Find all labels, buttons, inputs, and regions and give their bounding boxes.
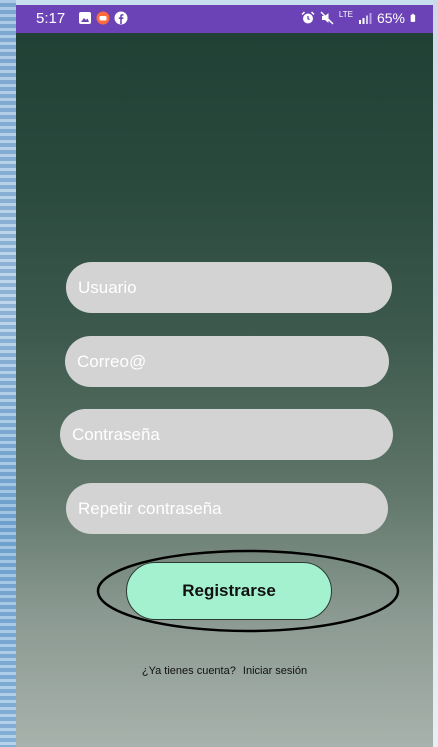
repeat-password-field[interactable] [66,483,388,534]
facebook-icon [114,11,128,25]
login-link[interactable]: Iniciar sesión [243,665,307,677]
background-edge-right [433,0,438,747]
username-field[interactable] [66,262,392,313]
background-edge [0,0,16,747]
battery-percent: 65% [376,10,405,26]
battery-icon [410,13,416,22]
gallery-icon [79,12,91,24]
screen: 5:17 LTE 65% Usuario Correo@ Contraseña … [0,0,438,747]
alarm-icon [301,11,315,24]
mute-icon [320,11,334,25]
email-field[interactable] [65,336,389,387]
password-field[interactable] [60,409,393,460]
signal-icon [358,13,372,24]
register-button-area: Registrarse [96,548,400,634]
app-notification-icon [96,11,110,25]
network-type: LTE [338,9,353,19]
login-prompt: ¿Ya tienes cuenta? Iniciar sesión [16,665,433,677]
status-bar: 5:17 LTE 65% [16,5,433,33]
register-button[interactable]: Registrarse [126,562,332,620]
phone-screen: 5:17 LTE 65% Usuario Correo@ Contraseña … [16,5,433,747]
status-time: 5:17 [36,10,66,27]
login-question: ¿Ya tienes cuenta? [141,665,236,677]
